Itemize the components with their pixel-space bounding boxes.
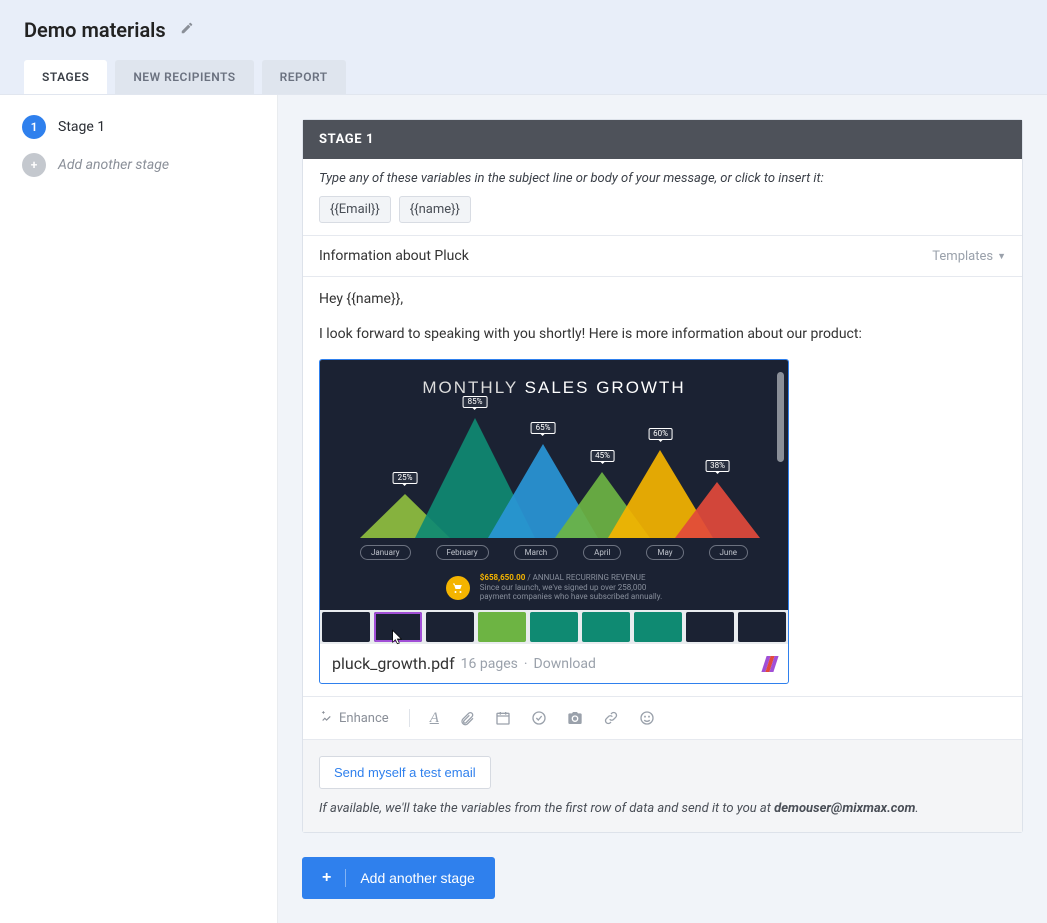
text-format-icon[interactable]: A: [430, 710, 439, 727]
stage-number-badge: 1: [22, 115, 46, 139]
tab-stages[interactable]: STAGES: [24, 60, 107, 94]
variables-hint: Type any of these variables in the subje…: [319, 171, 1006, 186]
attachment-preview[interactable]: MONTHLY SALES GROWTH 25% 85%: [319, 359, 789, 684]
tab-new-recipients[interactable]: NEW RECIPIENTS: [115, 60, 253, 94]
body-line: I look forward to speaking with you shor…: [319, 324, 1006, 345]
tabs: STAGES NEW RECIPIENTS REPORT: [24, 60, 1047, 94]
month-axis: January February March April May June: [360, 545, 748, 560]
page-title: Demo materials: [24, 18, 166, 42]
body-section[interactable]: Hey {{name}}, I look forward to speaking…: [303, 276, 1022, 696]
stage-card: STAGE 1 Type any of these variables in t…: [302, 119, 1023, 833]
test-email-note: If available, we'll take the variables f…: [319, 801, 1006, 816]
cart-icon: [446, 576, 470, 600]
peak-label-feb: 85%: [463, 396, 488, 408]
thumbnail[interactable]: [426, 612, 474, 642]
plus-icon: +: [322, 869, 331, 887]
peak-label-jan: 25%: [393, 472, 418, 484]
plus-icon: +: [22, 153, 46, 177]
peak-label-mar: 65%: [531, 422, 556, 434]
sidebar: 1 Stage 1 + Add another stage: [0, 95, 278, 923]
editor-toolbar: Enhance A: [303, 696, 1022, 739]
button-divider: [345, 869, 346, 887]
subject-input[interactable]: Information about Pluck: [319, 248, 469, 264]
slide-title: MONTHLY SALES GROWTH: [320, 378, 788, 398]
toolbar-divider: [409, 709, 410, 727]
thumbnail[interactable]: [686, 612, 734, 642]
thumbnail[interactable]: [582, 612, 630, 642]
link-icon[interactable]: [603, 710, 619, 726]
poll-icon[interactable]: [531, 710, 547, 726]
variable-chip-name[interactable]: {{name}}: [399, 196, 471, 223]
cursor-icon: [390, 628, 406, 650]
content: 1 Stage 1 + Add another stage STAGE 1 Ty…: [0, 94, 1047, 923]
enhance-button[interactable]: Enhance: [319, 711, 389, 726]
thumbnail[interactable]: [322, 612, 370, 642]
variables-section: Type any of these variables in the subje…: [303, 159, 1022, 235]
thumbnail[interactable]: [634, 612, 682, 642]
attachment-thumbnails[interactable]: [320, 610, 788, 644]
chevron-down-icon: ▼: [997, 251, 1006, 262]
app: Demo materials STAGES NEW RECIPIENTS REP…: [0, 0, 1047, 923]
add-another-stage-button[interactable]: + Add another stage: [302, 857, 495, 899]
slide-footer: $658,650.00 / ANNUAL RECURRING REVENUE S…: [320, 573, 788, 602]
sidebar-stage-1[interactable]: 1 Stage 1: [22, 115, 255, 139]
add-stage-label: Add another stage: [58, 157, 169, 173]
calendar-icon[interactable]: [495, 710, 511, 726]
sidebar-add-stage[interactable]: + Add another stage: [22, 153, 255, 177]
edit-title-icon[interactable]: [180, 21, 194, 39]
peak-label-may: 60%: [648, 428, 673, 440]
thumbnail[interactable]: [738, 612, 786, 642]
emoji-icon[interactable]: [639, 710, 655, 726]
templates-label: Templates: [932, 249, 993, 264]
peak-label-jun: 38%: [705, 460, 730, 472]
add-stage-button-label: Add another stage: [360, 870, 474, 886]
tab-report[interactable]: REPORT: [262, 60, 346, 94]
thumbnail[interactable]: [478, 612, 526, 642]
thumbnail[interactable]: [530, 612, 578, 642]
variable-chip-email[interactable]: {{Email}}: [319, 196, 391, 223]
subject-section: Information about Pluck Templates ▼: [303, 235, 1022, 276]
attachment-icon[interactable]: [459, 710, 475, 726]
brand-logo-icon: [764, 656, 776, 672]
dot-separator: ·: [524, 656, 528, 672]
test-email-section: Send myself a test email If available, w…: [303, 739, 1022, 832]
attachment-download-link[interactable]: Download: [534, 656, 596, 672]
add-stage-bar: + Add another stage: [302, 857, 1023, 899]
templates-dropdown[interactable]: Templates ▼: [932, 249, 1006, 264]
main: STAGE 1 Type any of these variables in t…: [278, 95, 1047, 923]
chart-peaks: 25% 85% 65%: [360, 408, 748, 538]
attachment-slide: MONTHLY SALES GROWTH 25% 85%: [320, 360, 788, 610]
card-header: STAGE 1: [303, 120, 1022, 159]
attachment-filename: pluck_growth.pdf: [332, 654, 455, 673]
body-greeting: Hey {{name}},: [319, 289, 1006, 310]
stage-label: Stage 1: [58, 119, 105, 135]
attachment-pages: 16 pages: [461, 656, 518, 672]
send-test-email-button[interactable]: Send myself a test email: [319, 756, 491, 789]
header: Demo materials: [0, 0, 1047, 42]
camera-icon[interactable]: [567, 710, 583, 726]
